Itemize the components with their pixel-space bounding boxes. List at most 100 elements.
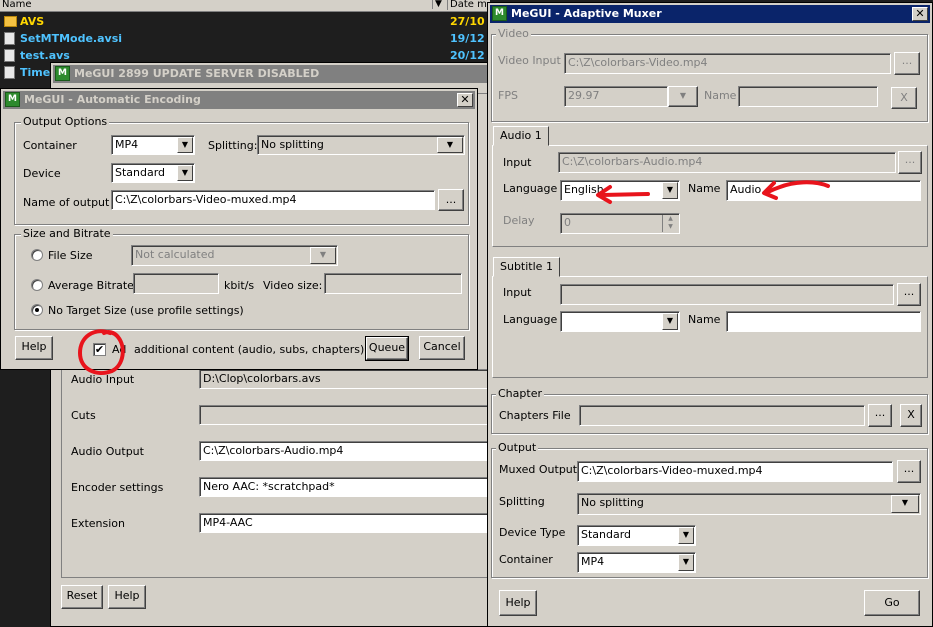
chevron-down-icon[interactable]: ▼ (662, 313, 678, 330)
chevron-down-icon[interactable]: ▼ (678, 527, 694, 544)
column-header-name[interactable]: Name (2, 0, 32, 10)
browse-output-button[interactable]: ... (438, 189, 464, 211)
chevron-down-icon[interactable]: ▼ (177, 137, 193, 153)
extension-field[interactable]: MP4-AAC (199, 513, 491, 533)
subtitle-name-field[interactable] (726, 311, 921, 332)
chapters-file-field[interactable] (579, 405, 865, 426)
video-input-field[interactable]: C:\Z\colorbars-Video.mp4 (564, 53, 891, 74)
reset-button[interactable]: Reset (61, 585, 103, 609)
name-of-output-label: Name of output (23, 196, 110, 209)
close-icon[interactable]: ✕ (912, 7, 928, 21)
chevron-down-icon[interactable]: ▼ (437, 137, 463, 153)
browse-subtitle-button[interactable]: ... (897, 283, 921, 306)
tab-audio-1[interactable]: Audio 1 (493, 126, 549, 146)
chevron-down-icon: ▼ (679, 91, 687, 100)
extension-label: Extension (71, 517, 126, 530)
browse-muxed-output-button[interactable]: ... (897, 460, 921, 483)
additional-content-checkbox[interactable]: ✔ (93, 343, 106, 356)
audio-name-field[interactable]: Audio (726, 180, 921, 201)
audio-input-label: Input (503, 156, 532, 169)
file-size-radio[interactable] (31, 249, 43, 261)
help-button[interactable]: Help (108, 585, 146, 609)
file-date: 19/12 (450, 32, 485, 45)
muxed-output-field[interactable]: C:\Z\colorbars-Video-muxed.mp4 (577, 461, 893, 482)
language-select[interactable]: English ▼ (560, 180, 680, 201)
browse-chapters-button[interactable]: ... (868, 404, 892, 427)
kbits-label: kbit/s (224, 279, 255, 292)
additional-content-label: additional content (audio, subs, chapter… (134, 343, 365, 356)
additional-content-label-start: Ad (112, 343, 127, 356)
audio-output-field[interactable]: C:\Z\colorbars-Audio.mp4 (199, 441, 491, 461)
delay-label: Delay (503, 214, 535, 227)
video-size-label: Video size: (263, 279, 323, 292)
average-bitrate-label: Average Bitrate (48, 279, 134, 292)
name-of-output-field[interactable]: C:\Z\colorbars-Video-muxed.mp4 (111, 190, 435, 210)
file-name: Time (20, 66, 51, 79)
spinner-icon[interactable]: ▲ ▼ (662, 215, 678, 232)
container-select[interactable]: MP4 ▼ (111, 135, 195, 155)
file-icon (4, 49, 15, 62)
cuts-field[interactable] (199, 405, 491, 425)
help-button[interactable]: Help (499, 590, 537, 616)
splitting-label: Splitting (499, 495, 545, 508)
file-size-select[interactable]: Not calculated ▼ (131, 245, 338, 266)
folder-icon (4, 16, 17, 27)
chevron-down-icon[interactable]: ▼ (662, 182, 678, 199)
chevron-down-icon[interactable]: ▼ (177, 165, 193, 181)
subtitle-name-label: Name (688, 313, 721, 326)
remove-video-button[interactable]: X (891, 87, 917, 109)
muxed-output-label: Muxed Output (499, 463, 578, 476)
browse-audio-button[interactable]: ... (898, 151, 922, 174)
no-target-size-radio[interactable] (31, 304, 43, 316)
dialog-title: MeGUI - Automatic Encoding (24, 93, 201, 106)
file-size-label: File Size (48, 249, 93, 262)
audio-input-field[interactable]: C:\Z\colorbars-Audio.mp4 (558, 152, 896, 173)
container-value: MP4 (581, 555, 605, 568)
file-size-value: Not calculated (135, 248, 215, 261)
fps-dropdown-button[interactable]: ▼ (668, 86, 698, 107)
file-date: 27/10 (450, 15, 485, 28)
average-bitrate-field[interactable] (133, 273, 219, 294)
video-size-field[interactable] (324, 273, 462, 294)
device-label: Device (23, 167, 61, 180)
video-input-label: Video Input (498, 54, 561, 67)
megui-logo-icon: M (492, 6, 507, 21)
average-bitrate-radio[interactable] (31, 279, 43, 291)
video-name-field[interactable] (738, 86, 878, 107)
queue-button[interactable]: Queue (365, 336, 409, 361)
no-target-size-label: No Target Size (use profile settings) (48, 304, 244, 317)
subtitle-input-label: Input (503, 286, 532, 299)
encoder-settings-field[interactable]: Nero AAC: *scratchpad* (199, 477, 491, 497)
language-value: English (564, 183, 604, 196)
splitting-label: Splitting: (208, 139, 258, 152)
tab-subtitle-1[interactable]: Subtitle 1 (493, 257, 560, 277)
go-button[interactable]: Go (864, 590, 920, 616)
cancel-button[interactable]: Cancel (419, 336, 465, 360)
group-title: Output (496, 441, 539, 455)
remove-chapters-button[interactable]: X (900, 404, 922, 427)
splitting-select[interactable]: No splitting ▼ (257, 135, 465, 155)
help-button[interactable]: Help (15, 336, 53, 360)
group-title: Output Options (21, 115, 110, 129)
list-item[interactable]: SetMTMode.avsi 19/12 (0, 30, 490, 47)
container-select[interactable]: MP4 ▼ (577, 552, 696, 573)
browse-video-button[interactable]: ... (894, 52, 920, 75)
subtitle-language-select[interactable]: ▼ (560, 311, 680, 332)
device-select[interactable]: Standard ▼ (111, 163, 195, 183)
delay-value: 0 (564, 216, 571, 229)
group-title: Chapter (496, 387, 544, 401)
group-title: Size and Bitrate (21, 227, 113, 241)
delay-field[interactable]: 0 ▲ ▼ (560, 213, 680, 234)
chevron-down-icon[interactable]: ▼ (891, 495, 919, 513)
column-header-date[interactable]: Date m (447, 0, 487, 10)
splitting-value: No splitting (581, 496, 644, 509)
chevron-down-icon[interactable]: ▼ (310, 247, 336, 264)
splitting-select[interactable]: No splitting ▼ (577, 493, 921, 515)
fps-field[interactable]: 29.97 (564, 86, 668, 107)
list-item[interactable]: AVS 27/10 (0, 13, 490, 30)
device-type-select[interactable]: Standard ▼ (577, 525, 696, 546)
audio-input-field[interactable]: D:\Clop\colorbars.avs (199, 369, 491, 389)
chevron-down-icon[interactable]: ▼ (678, 554, 694, 571)
close-icon[interactable]: ✕ (457, 93, 473, 107)
subtitle-input-field[interactable] (560, 284, 894, 305)
